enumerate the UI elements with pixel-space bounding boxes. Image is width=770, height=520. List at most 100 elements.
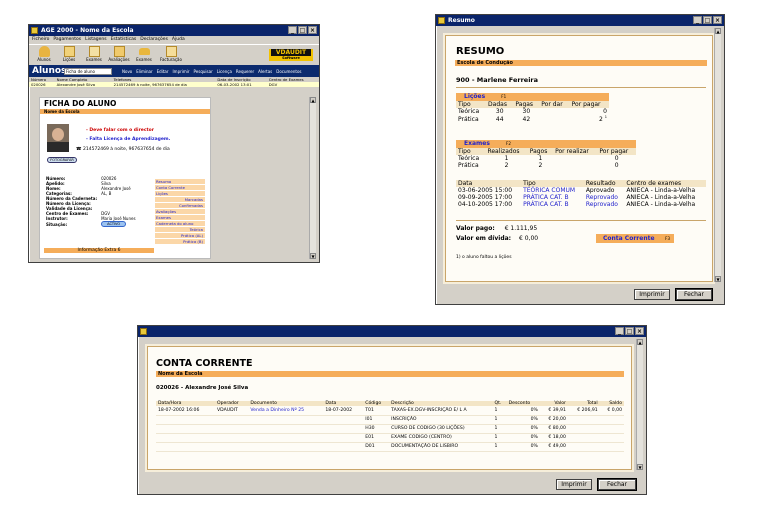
valor-divida: Valor em dívida: € 0,00 (456, 235, 539, 242)
exames-tab[interactable]: Exames F2 (456, 140, 636, 148)
conta-report: CONTA CORRENTE Nome da Escola 020026 - A… (147, 346, 632, 470)
action-alertas[interactable]: Alertas (258, 69, 272, 74)
close-icon[interactable]: × (713, 16, 722, 24)
maximize-icon[interactable]: □ (298, 26, 307, 34)
table-row: 04-10-2005 17:00 PRÁTICA CAT. B Reprovado A… (458, 201, 696, 208)
link-conta-corrente[interactable]: Conta Corrente (155, 185, 205, 190)
conta-title-bar: _ □ × (138, 326, 646, 337)
ficha-school: Nome da Escola (40, 109, 210, 114)
resumo-title-bar: Resumo _ □ × (436, 15, 724, 26)
resumo-title: RESUMO (456, 46, 505, 57)
table-row: Teórica 30 30 0 (458, 108, 607, 115)
maximize-icon[interactable]: □ (703, 16, 712, 24)
licoes-tab[interactable]: Lições F1 (456, 93, 609, 101)
view-select[interactable]: Ficha de aluno (64, 67, 112, 75)
menu-bar: Ficheiro Pagamentos Listagens Estatístic… (29, 36, 319, 44)
book-icon (63, 46, 75, 57)
action-licenca[interactable]: Licença (217, 69, 232, 74)
table-row: D01 DOCUMENTAÇÃO DE LISBIRO 1 0% € 49,00 (156, 442, 624, 451)
document-icon (88, 46, 100, 57)
conta-student: 020026 - Alexandre José Silva (156, 385, 249, 391)
conta-corrente-link[interactable]: Conta Corrente F3 (596, 234, 674, 243)
imprimir-button[interactable]: Imprimir (556, 479, 592, 490)
action-imprimir[interactable]: Imprimir (173, 69, 190, 74)
phone-line: ☎ 214572469 à noite, 967637654 de dia (76, 147, 170, 152)
window-icon (438, 17, 445, 24)
student-icon (38, 46, 50, 57)
toolbar-licoes-button[interactable]: Lições (58, 46, 80, 64)
toolbar-exames-button[interactable]: Exames (83, 46, 105, 64)
warning-licenca: - Falta Licença de Aprendizagem. (86, 137, 171, 142)
toolbar-facturacao-button[interactable]: Facturação (158, 46, 184, 64)
resumo-scrollbar[interactable]: ▲ ▼ (714, 28, 721, 282)
resumo-student: 900 - Marlene Ferreira (456, 76, 539, 84)
link-caderneta[interactable]: Caderneta do aluno (155, 221, 205, 226)
conta-scrollbar[interactable]: ▲ ▼ (636, 339, 643, 470)
checklist-icon (113, 46, 125, 57)
student-photo (47, 124, 69, 152)
link-resumo[interactable]: Resumo (155, 179, 205, 184)
menu-ficheiro[interactable]: Ficheiro (32, 37, 49, 43)
table-row: 18-07-2002 16:06 VDAUDIT Venda a Dinheiro … (156, 406, 624, 415)
fechar-button[interactable]: Fechar (675, 288, 713, 301)
link-confirmadas[interactable]: Confirmadas (155, 203, 205, 208)
resumo-school: Escola de Condução (455, 60, 707, 66)
menu-declaracoes[interactable]: Declarações (140, 37, 168, 43)
minimize-icon[interactable]: _ (288, 26, 297, 34)
link-marcadas[interactable]: Marcadas (155, 197, 205, 202)
toolbar-avaliacoes-button[interactable]: Avaliações (108, 46, 130, 64)
main-title-bar: AGE 2000 - Nome da Escola _ □ × (29, 25, 319, 36)
licoes-tab-label: Lições (464, 93, 486, 100)
main-app-window: AGE 2000 - Nome da Escola _ □ × Ficheiro P… (28, 24, 320, 263)
table-row: 03-06-2005 15:00 TEÓRICA COMUM Aprovado ANI… (458, 187, 696, 194)
action-documentos[interactable]: Documentos (276, 69, 301, 74)
link-licoes[interactable]: Lições (155, 191, 205, 196)
close-icon[interactable]: × (308, 26, 317, 34)
link-teorica[interactable]: Teórica (155, 227, 205, 232)
close-icon[interactable]: × (635, 327, 644, 335)
menu-estatisticas[interactable]: Estatísticas (111, 37, 137, 43)
imprimir-button[interactable]: Imprimir (634, 289, 670, 300)
menu-listagens[interactable]: Listagens (85, 37, 106, 43)
action-pesquisar[interactable]: Pesquisar (194, 69, 213, 74)
section-title: Alunos (32, 66, 67, 76)
action-eliminar[interactable]: Eliminar (136, 69, 152, 74)
maximize-icon[interactable]: □ (625, 327, 634, 335)
main-window-title: AGE 2000 - Nome da Escola (41, 27, 134, 34)
licoes-tab-key: F1 (501, 94, 507, 99)
toolbar-alunos-button[interactable]: Alunos (33, 46, 55, 64)
licoes-footnote-mark: 1 (604, 115, 607, 119)
invoice-icon (165, 46, 177, 57)
resumo-divider (456, 87, 706, 88)
link-pratica-al[interactable]: Prática (AL) (155, 233, 205, 238)
minimize-icon[interactable]: _ (693, 16, 702, 24)
action-novo[interactable]: Novo (122, 69, 132, 74)
action-editar[interactable]: Editar (157, 69, 169, 74)
extra-info-bar: Informação Extra 6 (44, 248, 154, 253)
table-row: 09-09-2005 17:00 PRÁTICA CAT. B Reprovado A… (458, 194, 696, 201)
fotografar-button[interactable]: FOTOGRAFAR (47, 157, 77, 163)
fechar-button[interactable]: Fechar (597, 478, 637, 491)
valor-pago: Valor pago: € 1.111,95 (456, 225, 538, 232)
licoes-table: Tipo Dadas Pagas Por dar Por pagar Teórica 30… (456, 101, 609, 123)
ficha-panel: FICHA DO ALUNO Nome da Escola - Deve fal… (39, 97, 211, 259)
main-scrollbar[interactable]: ▲ ▼ (309, 97, 316, 259)
toolbar-exames2-button[interactable]: Exames (133, 46, 155, 64)
link-avaliacoes[interactable]: Avaliações (155, 209, 205, 214)
action-requerer[interactable]: Requerer (236, 69, 254, 74)
resumo-footnote: 1) o aluno faltou a lições (456, 255, 512, 260)
link-pratica-b[interactable]: Prática (B) (155, 239, 205, 244)
exames-tab-key: F2 (506, 141, 511, 146)
window-icon (140, 328, 147, 335)
resumo-divider-2 (456, 220, 706, 221)
status-badge: ACTIVO (101, 221, 127, 227)
link-exames[interactable]: Exames (155, 215, 205, 220)
resumo-window-title: Resumo (448, 17, 475, 24)
menu-pagamentos[interactable]: Pagamentos (53, 37, 81, 43)
menu-ajuda[interactable]: Ajuda (172, 37, 185, 43)
conta-corrente-window: _ □ × CONTA CORRENTE Nome da Escola 020026… (137, 325, 647, 495)
table-row: Prática 2 2 0 (458, 162, 619, 169)
minimize-icon[interactable]: _ (615, 327, 624, 335)
table-row[interactable]: 020026 Alexandre José Silva 214572469 à … (29, 82, 319, 87)
car-icon (138, 48, 150, 55)
